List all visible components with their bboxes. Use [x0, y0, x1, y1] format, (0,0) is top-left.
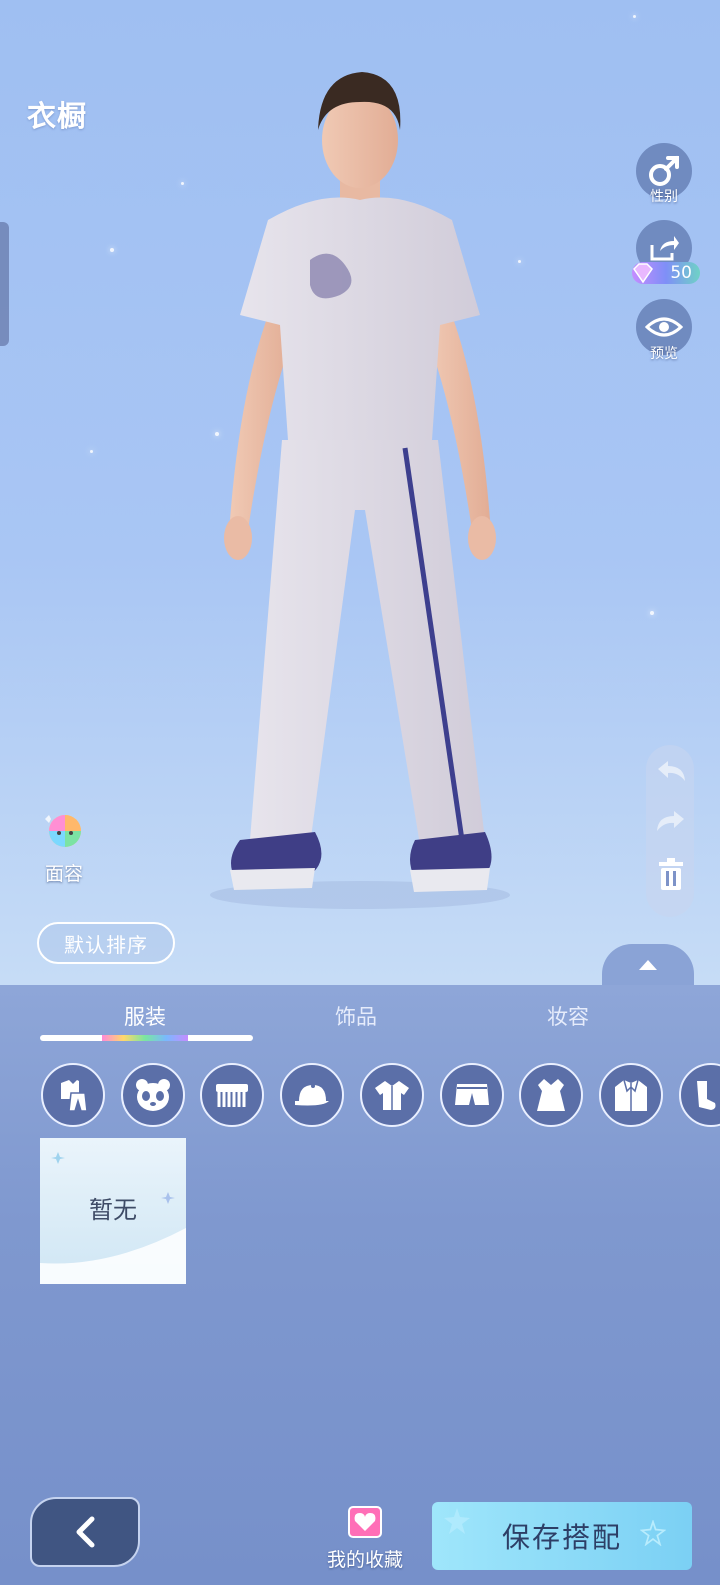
share-icon	[650, 236, 679, 261]
sparkle	[110, 248, 114, 252]
socks-icon	[697, 1081, 716, 1110]
share-reward-badge: 50	[632, 262, 700, 284]
empty-text: 暂无	[89, 1196, 137, 1224]
panda-face-icon	[136, 1079, 170, 1111]
outfit-set-icon	[61, 1080, 88, 1112]
tab-active-indicator	[40, 1035, 253, 1041]
page-title: 衣橱	[27, 99, 88, 133]
trash-icon[interactable]	[657, 857, 685, 891]
jacket-icon	[615, 1079, 647, 1111]
dress-icon	[537, 1079, 565, 1111]
category-jacket[interactable]	[599, 1063, 663, 1127]
avatar-stage: 衣橱 性别 50 预览 面容 默认排序	[0, 0, 720, 985]
star-decoration-icon	[640, 1520, 666, 1546]
category-face-accessory[interactable]	[121, 1063, 185, 1127]
category-hair[interactable]	[200, 1063, 264, 1127]
empty-item-card: 暂无	[40, 1138, 186, 1284]
sparkle	[181, 182, 184, 185]
gender-label: 性别	[650, 189, 678, 205]
sparkle	[650, 611, 654, 615]
avatar-character	[210, 72, 510, 909]
star-decoration-icon	[444, 1508, 470, 1534]
shirt-icon	[375, 1081, 409, 1110]
tab-accessories[interactable]: 饰品	[306, 1001, 406, 1031]
sparkle	[90, 450, 93, 453]
undo-icon[interactable]	[654, 759, 688, 785]
category-top[interactable]	[360, 1063, 424, 1127]
tab-clothing[interactable]: 服装	[95, 1001, 195, 1031]
face-label: 面容	[44, 863, 83, 885]
left-edge-handle[interactable]	[0, 222, 9, 346]
diamond-icon	[633, 263, 653, 284]
favorites-label: 我的收藏	[326, 1549, 403, 1571]
tab-makeup[interactable]: 妆容	[518, 1001, 618, 1031]
edit-history-panel	[646, 745, 694, 917]
sort-button[interactable]: 默认排序	[37, 922, 175, 964]
heart-bookmark-icon	[348, 1506, 382, 1538]
category-bottom[interactable]	[440, 1063, 504, 1127]
caret-up-icon	[639, 960, 657, 970]
category-outfit-set[interactable]	[41, 1063, 105, 1127]
eye-icon	[645, 317, 683, 337]
category-dress[interactable]	[519, 1063, 583, 1127]
face-button[interactable]: 面容	[40, 813, 88, 886]
save-outfit-label: 保存搭配	[501, 1521, 622, 1554]
sparkle	[633, 15, 636, 18]
redo-icon[interactable]	[654, 809, 688, 835]
back-button[interactable]	[30, 1497, 140, 1567]
chevron-left-icon	[76, 1516, 95, 1548]
preview-label: 预览	[650, 346, 678, 362]
favorites-button[interactable]: 我的收藏	[320, 1505, 410, 1572]
comb-icon	[216, 1084, 248, 1107]
collapse-panel-button[interactable]	[602, 944, 694, 985]
share-reward-amount: 50	[670, 263, 692, 283]
face-palette-icon	[45, 815, 81, 847]
cap-icon	[295, 1084, 329, 1106]
save-outfit-button[interactable]: 保存搭配	[432, 1502, 692, 1570]
shorts-icon	[455, 1084, 489, 1105]
category-hat[interactable]	[280, 1063, 344, 1127]
male-symbol-icon	[649, 156, 679, 186]
